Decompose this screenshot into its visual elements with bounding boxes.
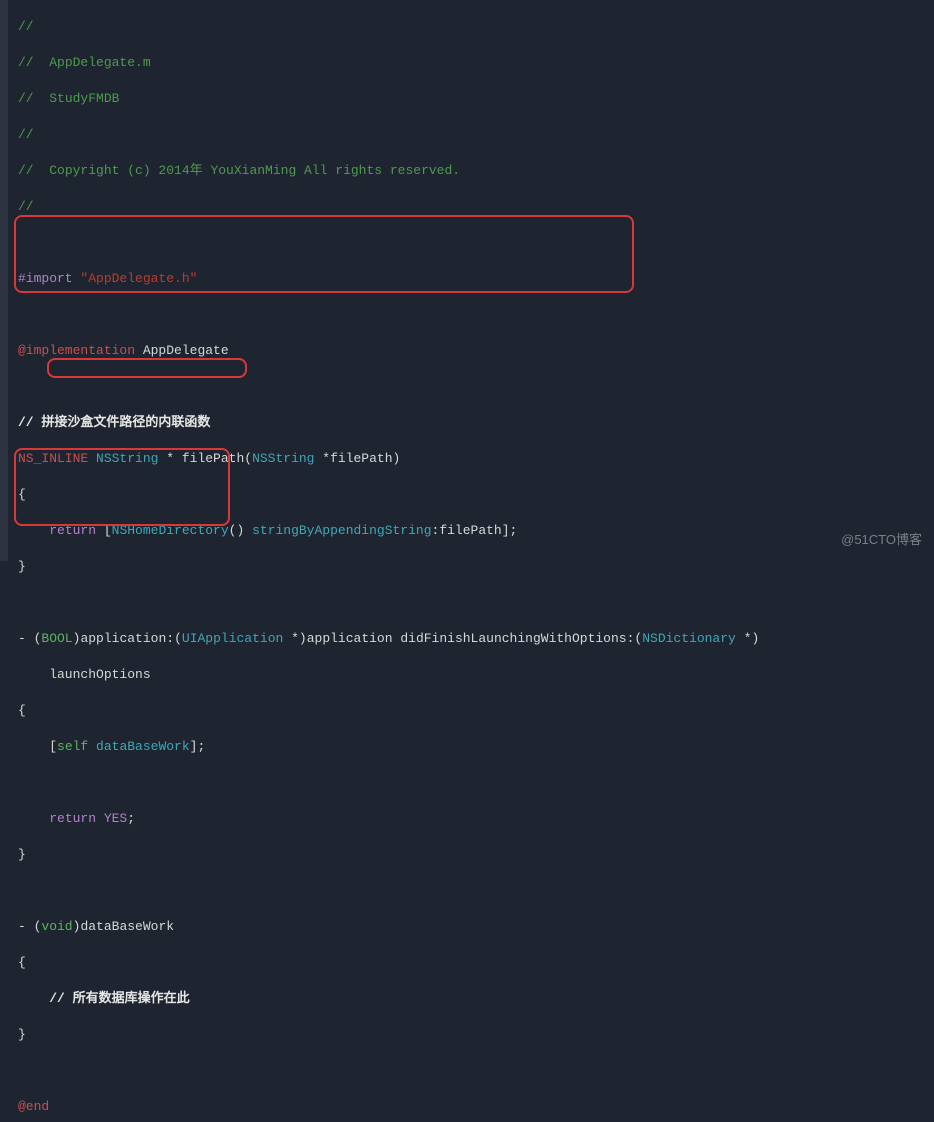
brace: } — [18, 1027, 26, 1042]
method-name: application — [80, 631, 166, 646]
paren: ) — [73, 631, 81, 646]
nsdictionary-type: NSDictionary — [642, 631, 736, 646]
yes-literal: YES — [96, 811, 127, 826]
star: * — [158, 451, 181, 466]
code-line — [10, 306, 934, 324]
brace: } — [18, 847, 26, 862]
arg-type: NSString — [252, 451, 314, 466]
comment: // — [18, 19, 34, 34]
code-line: launchOptions — [10, 666, 934, 684]
header-string: "AppDelegate.h" — [73, 271, 198, 286]
code-line: // — [10, 198, 934, 216]
code-line: @end — [10, 1098, 934, 1116]
return-keyword: return — [49, 811, 96, 826]
indent — [18, 811, 49, 826]
self-keyword: self — [57, 739, 88, 754]
void-type: void — [41, 919, 72, 934]
code-line: @implementation AppDelegate — [10, 342, 934, 360]
paren: ( — [244, 451, 252, 466]
code-line: - (BOOL)application:(UIApplication *)app… — [10, 630, 934, 648]
colon: : — [166, 631, 174, 646]
bracket: [ — [96, 523, 112, 538]
code-line: NS_INLINE NSString * filePath(NSString *… — [10, 450, 934, 468]
code-line — [10, 1062, 934, 1080]
brace: } — [18, 559, 26, 574]
code-line: // 所有数据库操作在此 — [10, 990, 934, 1008]
comment-prefix: // — [18, 91, 49, 106]
comment: // — [18, 199, 34, 214]
return-type: NSString — [88, 451, 158, 466]
semicolon: ; — [127, 811, 135, 826]
end-keyword: @end — [18, 1099, 49, 1114]
bool-type: BOOL — [41, 631, 72, 646]
method-dash: - ( — [18, 631, 41, 646]
code-line — [10, 882, 934, 900]
code-line: { — [10, 954, 934, 972]
tail: :filePath]; — [432, 523, 518, 538]
space — [88, 739, 96, 754]
comment-heading: // 所有数据库操作在此 — [49, 991, 189, 1006]
comment: // — [18, 127, 34, 142]
file-name: AppDelegate.m — [49, 55, 150, 70]
indent — [18, 523, 49, 538]
string-append-message: stringByAppendingString — [252, 523, 431, 538]
brace: { — [18, 487, 26, 502]
copyright-text: Copyright (c) 2014年 YouXianMing All righ… — [49, 163, 460, 178]
ns-inline-macro: NS_INLINE — [18, 451, 88, 466]
paren: ( — [174, 631, 182, 646]
function-name: filePath — [182, 451, 244, 466]
code-editor: // // AppDelegate.m // StudyFMDB // // C… — [0, 0, 934, 1122]
code-line — [10, 378, 934, 396]
project-name: StudyFMDB — [49, 91, 119, 106]
nshomedirectory-call: NSHomeDirectory — [112, 523, 229, 538]
code-line: // — [10, 18, 934, 36]
paren: () — [229, 523, 252, 538]
return-keyword: return — [49, 523, 96, 538]
comment-prefix: // — [18, 163, 49, 178]
code-line: return YES; — [10, 810, 934, 828]
code-line: // 拼接沙盒文件路径的内联函数 — [10, 414, 934, 432]
indent — [18, 991, 49, 1006]
databasework-call: dataBaseWork — [96, 739, 190, 754]
code-line: // Copyright (c) 2014年 YouXianMing All r… — [10, 162, 934, 180]
import-directive: #import — [18, 271, 73, 286]
code-line — [10, 774, 934, 792]
method-dash: - ( — [18, 919, 41, 934]
arg-name: *filePath) — [315, 451, 401, 466]
close-bracket: ]; — [190, 739, 206, 754]
did-finish-part: didFinishLaunchingWithOptions — [400, 631, 626, 646]
paren: ( — [634, 631, 642, 646]
param-name: application — [307, 631, 401, 646]
watermark-text: @51CTO博客 — [841, 531, 922, 549]
brace: { — [18, 955, 26, 970]
colon: : — [627, 631, 635, 646]
databasework-method: dataBaseWork — [80, 919, 174, 934]
code-line: } — [10, 846, 934, 864]
paren: ) — [73, 919, 81, 934]
code-line — [10, 234, 934, 252]
code-line: return [NSHomeDirectory() stringByAppend… — [10, 522, 934, 540]
close-star: *) — [736, 631, 759, 646]
comment-heading: // 拼接沙盒文件路径的内联函数 — [18, 415, 210, 430]
uiapplication-type: UIApplication — [182, 631, 283, 646]
launch-options-param: launchOptions — [18, 667, 151, 682]
code-line: - (void)dataBaseWork — [10, 918, 934, 936]
code-line: #import "AppDelegate.h" — [10, 270, 934, 288]
code-line: { — [10, 702, 934, 720]
code-line: } — [10, 1026, 934, 1044]
implementation-keyword: @implementation — [18, 343, 135, 358]
code-line: // StudyFMDB — [10, 90, 934, 108]
brace: { — [18, 703, 26, 718]
code-line: [self dataBaseWork]; — [10, 738, 934, 756]
close-star: *) — [283, 631, 306, 646]
code-line: { — [10, 486, 934, 504]
comment-prefix: // — [18, 55, 49, 70]
class-name: AppDelegate — [135, 343, 229, 358]
indent-bracket: [ — [18, 739, 57, 754]
code-line: // — [10, 126, 934, 144]
code-line — [10, 594, 934, 612]
code-line: // AppDelegate.m — [10, 54, 934, 72]
